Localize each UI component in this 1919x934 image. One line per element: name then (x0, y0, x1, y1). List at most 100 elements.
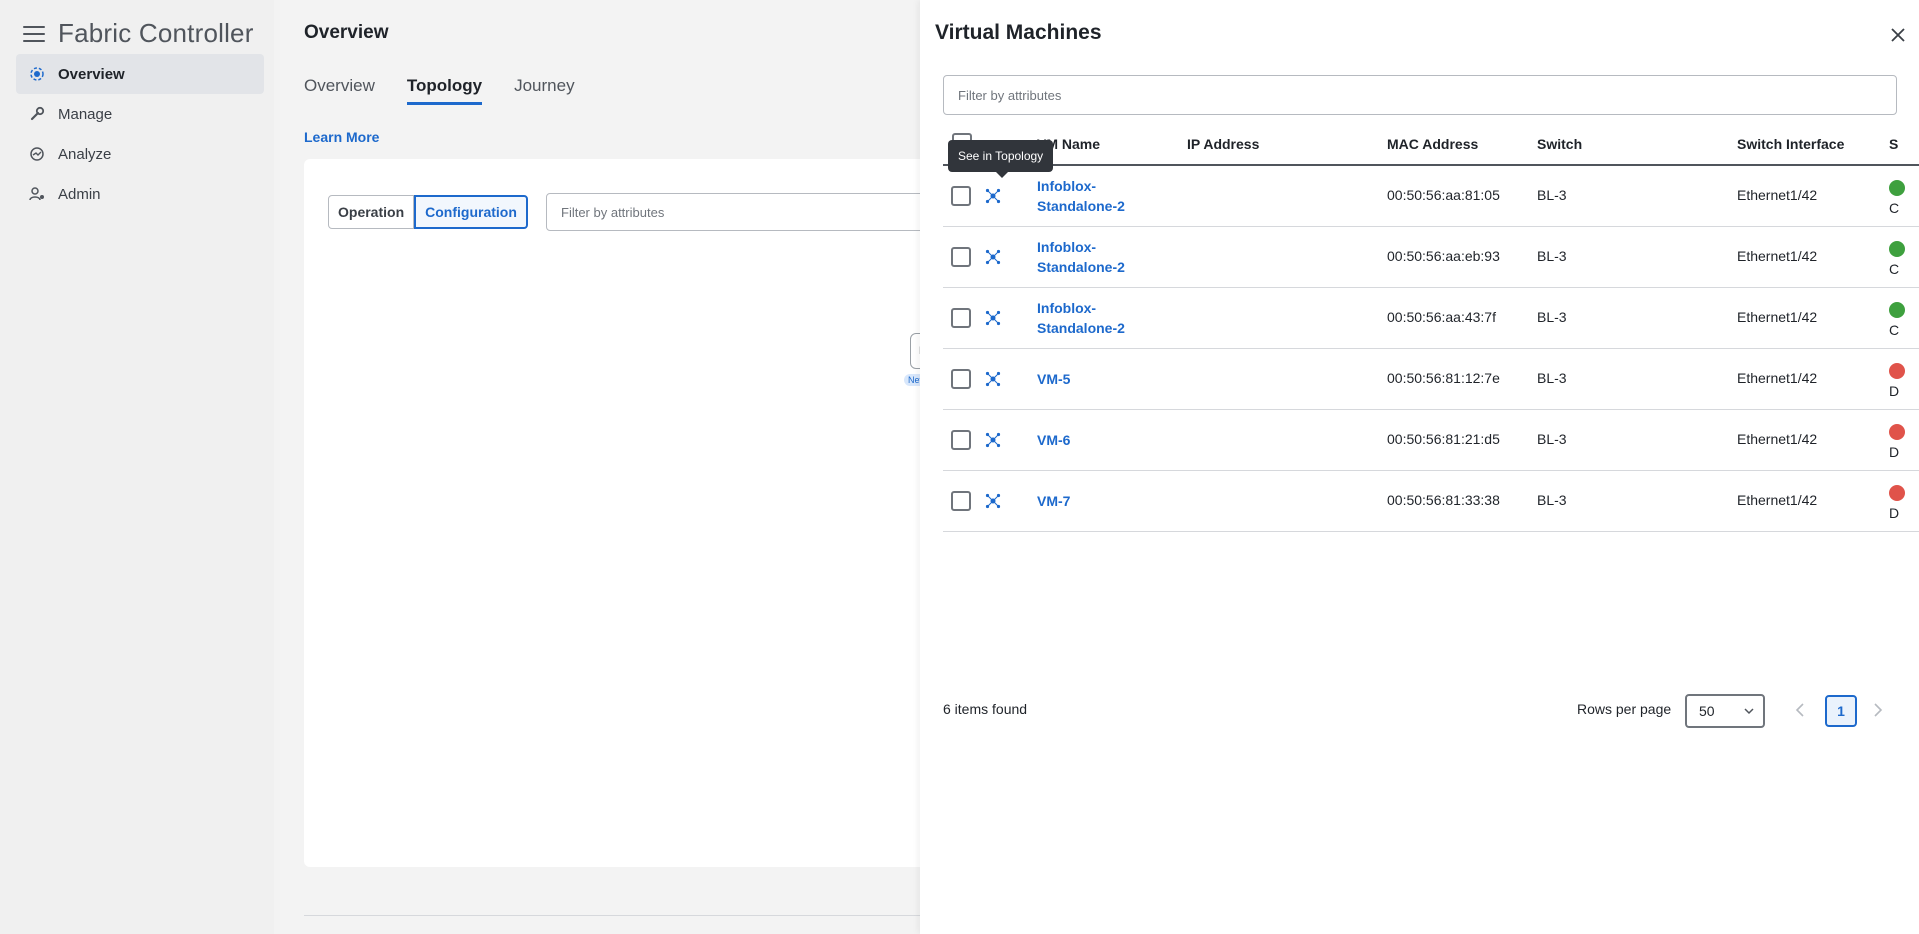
switch-interface: Ethernet1/42 (1737, 309, 1818, 325)
vm-name-link[interactable]: VM-5 (1037, 369, 1070, 389)
hamburger-menu-icon[interactable] (22, 24, 48, 44)
close-icon[interactable] (1889, 26, 1907, 44)
tab-overview[interactable]: Overview (304, 76, 375, 105)
sidebar-item-label: Overview (58, 65, 125, 83)
switch: BL-3 (1537, 187, 1567, 203)
vm-name-link[interactable]: VM-7 (1037, 491, 1070, 511)
switch-interface: Ethernet1/42 (1737, 492, 1818, 508)
switch-interface: Ethernet1/42 (1737, 370, 1818, 386)
switch-interface: Ethernet1/42 (1737, 248, 1818, 264)
col-switch-interface[interactable]: Switch Interface (1737, 136, 1844, 152)
switch: BL-3 (1537, 431, 1567, 447)
row-checkbox[interactable] (951, 491, 971, 511)
app-title: Fabric Controller (58, 18, 254, 48)
status-text: D (1889, 383, 1900, 399)
row-checkbox[interactable] (951, 186, 971, 206)
sidebar-item-admin[interactable]: Admin (16, 174, 264, 214)
topology-icon[interactable] (985, 249, 1001, 265)
mac-address: 00:50:56:aa:43:7f (1387, 309, 1496, 325)
wrench-icon (28, 105, 46, 123)
switch: BL-3 (1537, 309, 1567, 325)
analyze-icon (28, 145, 46, 163)
topology-icon[interactable] (985, 188, 1001, 204)
tab-topology[interactable]: Topology (406, 76, 483, 105)
table-row[interactable]: VM-5 00:50:56:81:12:7e BL-3 Ethernet1/42… (943, 349, 1919, 410)
topology-icon[interactable] (985, 310, 1001, 326)
status-dot-icon (1889, 241, 1905, 257)
switch-interface: Ethernet1/42 (1737, 431, 1818, 447)
view-toggle: Operation Configuration (328, 195, 528, 229)
mac-address: 00:50:56:81:21:d5 (1387, 431, 1500, 447)
table-row[interactable]: VM-6 00:50:56:81:21:d5 BL-3 Ethernet1/42… (943, 410, 1919, 471)
vm-table: VM Name IP Address MAC Address Switch Sw… (943, 126, 1919, 532)
col-switch[interactable]: Switch (1537, 136, 1582, 152)
rows-per-page-value: 50 (1699, 703, 1715, 719)
status-dot-icon (1889, 424, 1905, 440)
mac-address: 00:50:56:aa:81:05 (1387, 187, 1500, 203)
tab-journey[interactable]: Journey (514, 76, 574, 105)
table-row[interactable]: VM-7 00:50:56:81:33:38 BL-3 Ethernet1/42… (943, 471, 1919, 532)
sidebar-item-analyze[interactable]: Analyze (16, 134, 264, 174)
operation-button[interactable]: Operation (328, 195, 415, 229)
topology-icon[interactable] (985, 371, 1001, 387)
row-checkbox[interactable] (951, 308, 971, 328)
status-dot-icon (1889, 180, 1905, 196)
table-row[interactable]: Infoblox- Standalone-2 00:50:56:aa:81:05 … (943, 166, 1919, 227)
table-row[interactable]: Infoblox- Standalone-2 00:50:56:aa:43:7f … (943, 288, 1919, 349)
status-text: C (1889, 200, 1900, 216)
sidebar-item-label: Analyze (58, 145, 112, 163)
chevron-left-icon[interactable] (1793, 701, 1807, 719)
chevron-down-icon (1744, 708, 1754, 715)
mac-address: 00:50:56:aa:eb:93 (1387, 248, 1500, 264)
status-dot-icon (1889, 363, 1905, 379)
row-checkbox[interactable] (951, 430, 971, 450)
status-dot-icon (1889, 302, 1905, 318)
status-text: D (1889, 444, 1900, 460)
vm-name-link[interactable]: Infoblox- Standalone-2 (1037, 237, 1125, 277)
sidebar-nav: Overview Manage Analyze Admin (16, 54, 264, 214)
page-number-button[interactable]: 1 (1825, 695, 1857, 727)
learn-more-link[interactable]: Learn More (304, 129, 379, 145)
col-mac-address[interactable]: MAC Address (1387, 136, 1478, 152)
drawer-title: Virtual Machines (935, 21, 1102, 44)
virtual-machines-drawer: Virtual Machines Filter by attributes VM… (920, 0, 1919, 934)
vm-filter-input[interactable]: Filter by attributes (943, 75, 1897, 115)
table-row[interactable]: Infoblox- Standalone-2 00:50:56:aa:eb:93 … (943, 227, 1919, 288)
rows-per-page-select[interactable]: 50 (1685, 694, 1765, 728)
topology-icon[interactable] (985, 432, 1001, 448)
sidebar-item-label: Admin (58, 185, 101, 203)
sidebar-item-label: Manage (58, 105, 113, 123)
switch: BL-3 (1537, 370, 1567, 386)
brand: Fabric Controller (22, 18, 254, 49)
row-checkbox[interactable] (951, 369, 971, 389)
admin-icon (28, 185, 46, 203)
mac-address: 00:50:56:81:33:38 (1387, 492, 1500, 508)
sidebar: Fabric Controller Overview Manage Analyz… (0, 0, 274, 934)
status-dot-icon (1889, 485, 1905, 501)
topology-tooltip: See in Topology (948, 140, 1054, 178)
tab-bar: Overview Topology Journey (304, 76, 607, 105)
vm-name-link[interactable]: VM-6 (1037, 430, 1070, 450)
row-checkbox[interactable] (951, 247, 971, 267)
mac-address: 00:50:56:81:12:7e (1387, 370, 1500, 386)
vm-name-link[interactable]: Infoblox- Standalone-2 (1037, 176, 1125, 216)
page-title: Overview (304, 22, 389, 43)
topology-icon[interactable] (985, 493, 1001, 509)
col-ip-address[interactable]: IP Address (1187, 136, 1259, 152)
table-header: VM Name IP Address MAC Address Switch Sw… (943, 126, 1919, 166)
status-text: C (1889, 322, 1900, 338)
chevron-right-icon[interactable] (1871, 701, 1885, 719)
status-text: C (1889, 261, 1900, 277)
col-status[interactable]: S (1889, 136, 1898, 152)
status-text: D (1889, 505, 1900, 521)
sidebar-item-manage[interactable]: Manage (16, 94, 264, 134)
items-found-count: 6 items found (943, 701, 1028, 717)
switch-interface: Ethernet1/42 (1737, 187, 1818, 203)
switch: BL-3 (1537, 492, 1567, 508)
overview-icon (28, 65, 46, 83)
vm-name-link[interactable]: Infoblox- Standalone-2 (1037, 298, 1125, 338)
sidebar-item-overview[interactable]: Overview (16, 54, 264, 94)
rows-per-page-label: Rows per page (1577, 701, 1672, 717)
switch: BL-3 (1537, 248, 1567, 264)
configuration-button[interactable]: Configuration (414, 195, 528, 229)
